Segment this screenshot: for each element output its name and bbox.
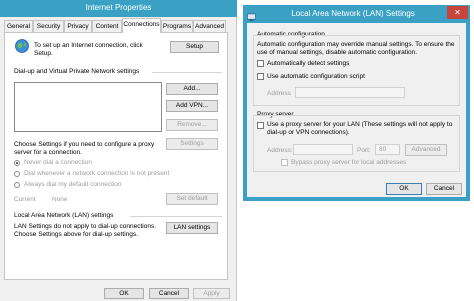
lan-header: Local Area Network (LAN) settings [14,212,114,219]
radio-dial-whenever-label: Dial whenever a network connection is no… [24,170,170,177]
proxy-address-input[interactable] [293,144,353,155]
bypass-checkbox[interactable] [281,159,288,166]
setup-text: To set up an Internet connection, click … [34,42,143,57]
add-vpn-button[interactable]: Add VPN... [166,100,218,112]
auto-config-description: Automatic configuration may override man… [257,41,455,56]
tab-connections[interactable]: Connections [122,18,161,33]
add-button[interactable]: Add... [166,83,218,95]
current-value: None [52,196,68,203]
auto-detect-label: Automatically detect settings [267,60,350,67]
proxy-address-label: Address: [267,147,293,154]
lan-text: LAN Settings do not apply to dial-up con… [14,223,157,238]
script-address-label: Address [267,90,291,97]
script-address-input[interactable] [295,87,405,98]
tab-security[interactable]: Security [33,20,64,32]
tab-privacy[interactable]: Privacy [64,20,92,32]
lan-cancel-button[interactable]: Cancel [426,183,462,195]
proxy-settings-text: Choose Settings if you need to configure… [14,141,155,156]
apply-button[interactable]: Apply [193,288,230,299]
current-label: Current [14,196,36,203]
radio-dial-whenever[interactable] [14,171,20,177]
set-default-button[interactable]: Set default [166,193,218,205]
setup-button[interactable]: Setup [170,41,219,53]
use-script-label: Use automatic configuration script [267,73,365,80]
internet-properties-window: Internet Properties General Security Pri… [0,0,237,301]
use-script-checkbox[interactable] [257,73,264,80]
tab-general[interactable]: General [4,20,33,32]
lan-divider [130,216,222,217]
use-proxy-checkbox[interactable] [257,122,264,129]
tab-advanced[interactable]: Advanced [193,20,226,32]
bypass-label: Bypass proxy server for local addresses [291,159,407,166]
window-title: Internet Properties [85,3,152,12]
radio-never-dial[interactable] [14,160,20,166]
remove-button[interactable]: Remove... [166,119,218,131]
settings-button[interactable]: Settings [166,138,218,150]
lan-settings-dialog: Local Area Network (LAN) Settings ✕ Auto… [243,5,470,201]
tab-content[interactable]: Content [92,20,122,32]
advanced-button[interactable]: Advanced [405,144,447,156]
close-button[interactable]: ✕ [447,6,468,19]
close-icon: ✕ [454,8,461,17]
radio-never-dial-label: Never dial a connection [24,159,92,166]
tab-programs[interactable]: Programs [161,20,193,32]
lan-dialog-title: Local Area Network (LAN) Settings [291,9,415,18]
globe-icon [14,38,30,59]
use-proxy-label: Use a proxy server for your LAN (These s… [267,121,453,136]
ok-button[interactable]: OK [104,288,144,299]
cancel-button[interactable]: Cancel [149,288,189,299]
dialup-divider [152,72,222,73]
radio-always-dial-label: Always dial my default connection [24,181,122,188]
port-label: Port: [357,147,371,154]
lan-settings-button[interactable]: LAN settings [166,222,218,234]
port-input[interactable]: 80 [375,144,400,155]
dialup-header: Dial-up and Virtual Private Network sett… [14,68,140,75]
radio-always-dial[interactable] [14,182,20,188]
auto-detect-checkbox[interactable] [257,60,264,67]
lan-ok-button[interactable]: OK [386,183,422,195]
connection-list[interactable] [14,82,162,132]
